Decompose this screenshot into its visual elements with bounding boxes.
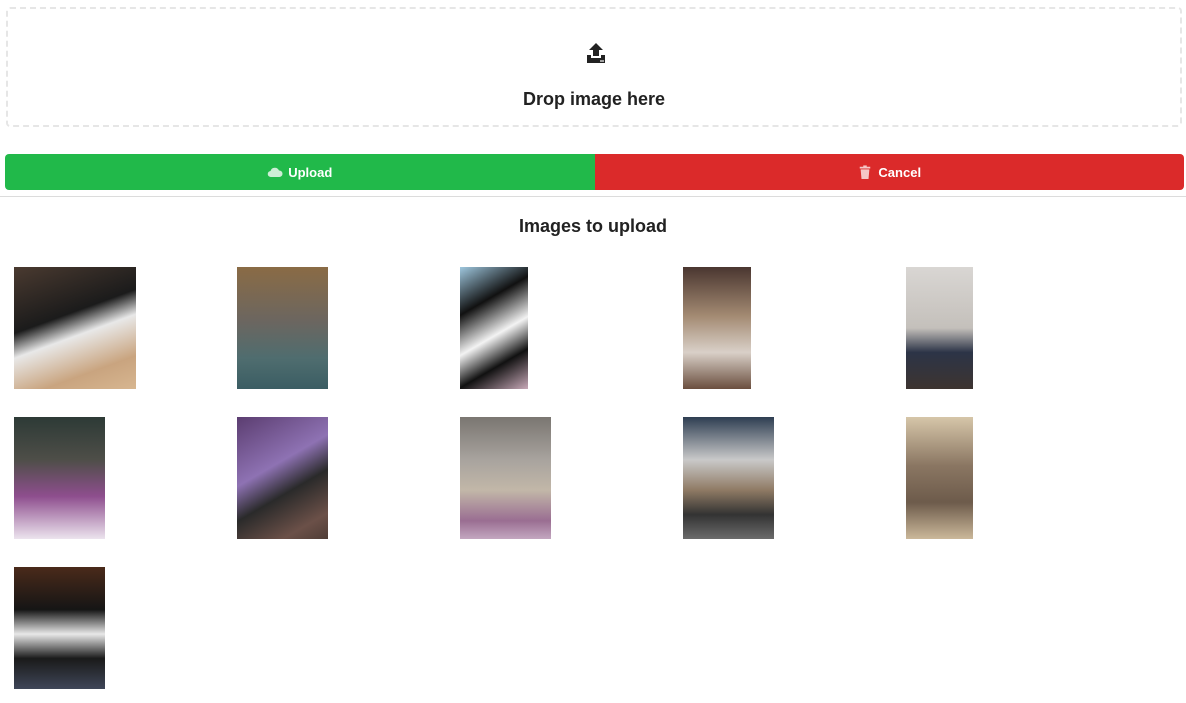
upload-label: Upload: [288, 164, 333, 180]
section-title: Images to upload: [518, 216, 668, 236]
dropzone-label: Drop image here: [522, 89, 666, 109]
cancel-button[interactable]: Cancel: [594, 154, 1184, 190]
cancel-label: Cancel: [878, 164, 922, 180]
image-thumbnail[interactable]: [683, 417, 774, 539]
image-thumbnail[interactable]: [14, 567, 105, 689]
image-thumbnail[interactable]: [14, 267, 136, 389]
divider: [0, 196, 1186, 197]
image-thumbnail[interactable]: [906, 267, 973, 389]
image-thumbnail[interactable]: [906, 417, 973, 539]
cloud-icon: [267, 167, 283, 178]
action-buttons: Upload Cancel: [5, 154, 1184, 190]
image-thumbnail[interactable]: [460, 417, 551, 539]
image-dropzone[interactable]: Drop image here: [6, 7, 1182, 127]
upload-tray-icon: [587, 43, 605, 63]
image-thumbnail[interactable]: [237, 417, 328, 539]
trash-icon: [860, 165, 871, 179]
upload-button[interactable]: Upload: [5, 154, 595, 190]
image-thumbnail[interactable]: [460, 267, 528, 389]
image-thumbnail[interactable]: [237, 267, 328, 389]
image-thumbnail[interactable]: [683, 267, 751, 389]
image-thumbnail[interactable]: [14, 417, 105, 539]
